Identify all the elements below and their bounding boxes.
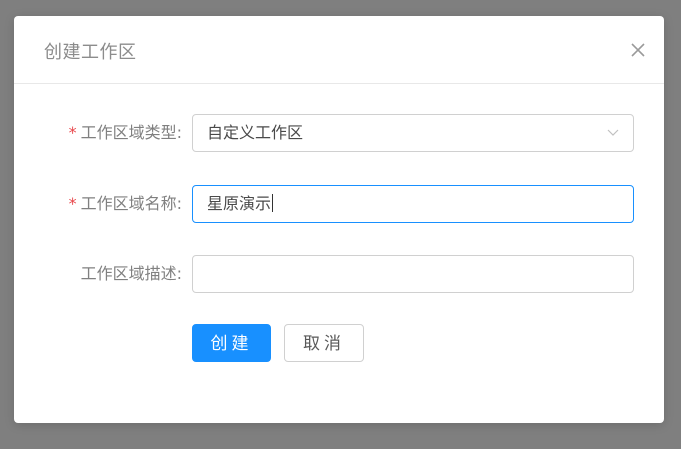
type-label-wrap: * 工作区域类型: <box>69 114 182 152</box>
required-mark: * <box>68 123 77 142</box>
form-row-description: 工作区域描述: <box>14 255 664 293</box>
text-caret <box>272 194 274 212</box>
workspace-name-value: 星原演示 <box>207 194 272 213</box>
close-icon[interactable] <box>630 42 646 58</box>
chevron-down-icon <box>607 129 619 136</box>
create-workspace-dialog: 创建工作区 * 工作区域类型: 自定义工作区 * 工作区域名称: 星原演示 工作区域… <box>14 16 664 423</box>
workspace-type-value: 自定义工作区 <box>207 123 304 142</box>
create-button[interactable]: 创建 <box>192 324 271 362</box>
required-mark: * <box>68 194 77 213</box>
name-label: 工作区域名称: <box>80 194 182 213</box>
description-label: 工作区域描述: <box>80 264 182 283</box>
form-row-name: * 工作区域名称: 星原演示 <box>14 185 664 223</box>
name-label-wrap: * 工作区域名称: <box>69 185 182 223</box>
workspace-type-select[interactable]: 自定义工作区 <box>192 114 634 152</box>
dialog-title: 创建工作区 <box>44 42 137 63</box>
dialog-header: 创建工作区 <box>14 16 664 84</box>
cancel-button[interactable]: 取消 <box>284 324 364 362</box>
form-row-type: * 工作区域类型: 自定义工作区 <box>14 114 664 152</box>
type-label: 工作区域类型: <box>80 123 182 142</box>
workspace-name-input[interactable]: 星原演示 <box>192 185 634 223</box>
workspace-description-input[interactable] <box>192 255 634 293</box>
